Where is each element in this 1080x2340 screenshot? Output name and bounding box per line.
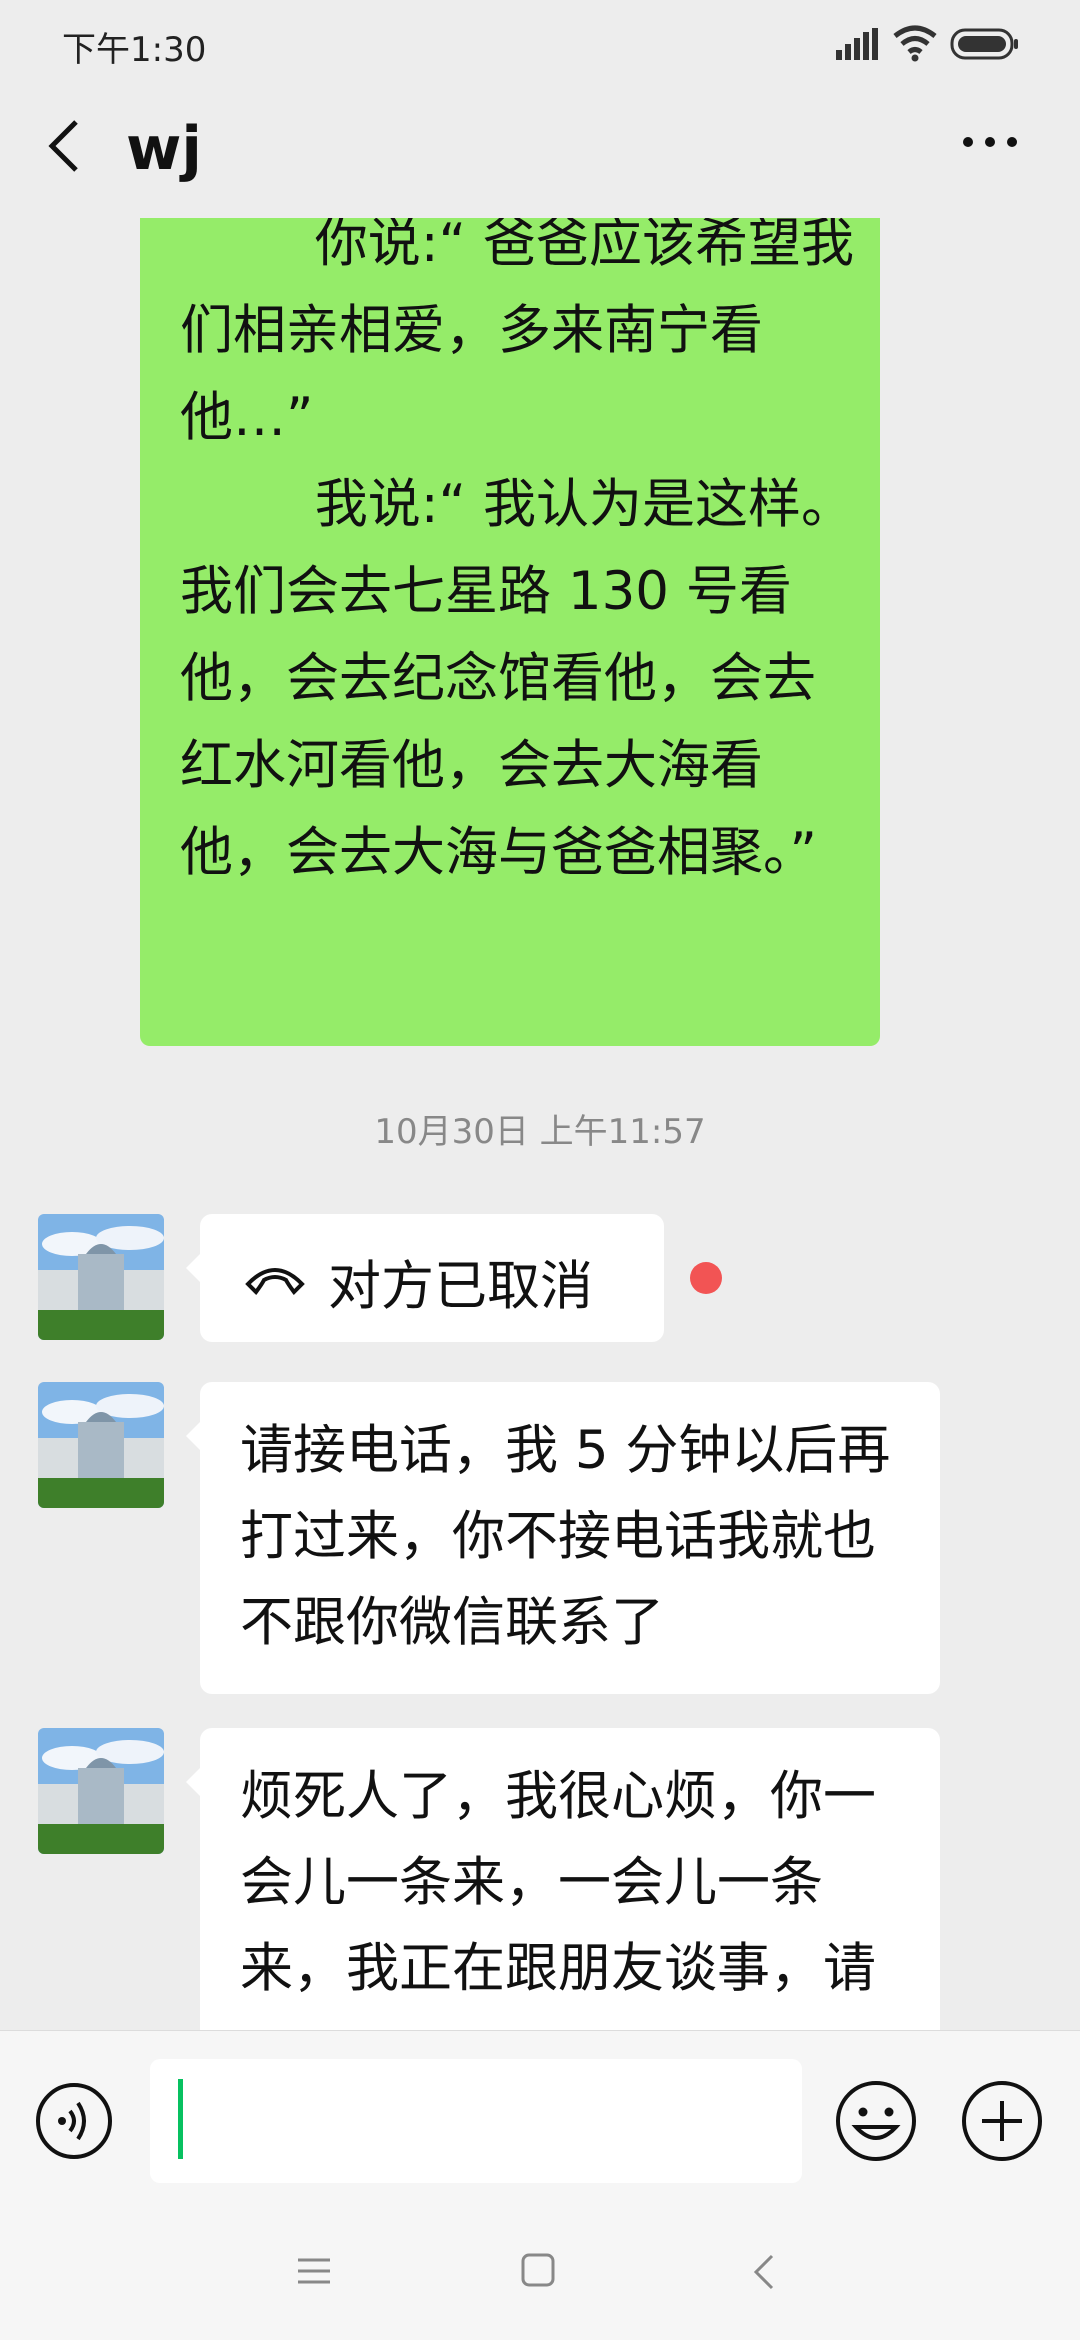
call-status-text: 对方已取消 xyxy=(328,1256,593,1317)
incoming-message-bubble[interactable]: 请接电话，我 5 分钟以后再打过来，你不接电话我就也不跟你微信联系了 xyxy=(186,1382,940,1694)
plus-icon[interactable] xyxy=(960,2079,1044,2163)
chat-header: wj xyxy=(0,92,1080,218)
battery-icon xyxy=(950,28,1018,60)
incoming-message-bubble[interactable]: 烦死人了，我很心烦，你一会儿一条来，一会儿一条来，我正在跟朋友谈事，请 xyxy=(186,1728,940,2030)
unread-dot xyxy=(690,1262,722,1294)
home-icon[interactable] xyxy=(520,2252,556,2288)
input-bar xyxy=(0,2030,1080,2209)
emoji-icon[interactable] xyxy=(834,2079,918,2163)
wifi-icon xyxy=(893,25,937,62)
message-timestamp: 10月30日 上午11:57 xyxy=(374,1112,706,1152)
incoming-message-text: 烦死人了，我很心烦，你一会儿一条来，一会儿一条来，我正在跟朋友谈事，请 xyxy=(240,1766,876,1999)
incoming-message-text: 请接电话，我 5 分钟以后再打过来，你不接电话我就也不跟你微信联系了 xyxy=(240,1420,891,1653)
status-bar: 下午1:30 xyxy=(0,0,1080,90)
phone-hangup-icon xyxy=(245,1268,305,1296)
menu-icon[interactable] xyxy=(296,2254,332,2288)
outgoing-message-bubble[interactable]: 你说:“ 爸爸应该希望我们相亲相爱，多来南宁看他…” 我说:“ 我认为是这样。我… xyxy=(140,218,880,1046)
voice-icon[interactable] xyxy=(34,2081,114,2161)
contact-avatar[interactable] xyxy=(38,1728,164,1854)
avatar-image xyxy=(38,1728,164,1854)
missed-call-bubble[interactable]: 对方已取消 xyxy=(186,1214,664,1342)
message-input[interactable] xyxy=(150,2059,802,2183)
contact-avatar[interactable] xyxy=(38,1382,164,1508)
contact-avatar[interactable] xyxy=(38,1214,164,1340)
avatar-image xyxy=(38,1214,164,1340)
back-icon[interactable] xyxy=(752,2252,776,2292)
chat-message-list[interactable]: 你说:“ 爸爸应该希望我们相亲相爱，多来南宁看他…” 我说:“ 我认为是这样。我… xyxy=(0,218,1080,2030)
signal-icon xyxy=(836,28,878,60)
back-arrow-icon[interactable] xyxy=(44,116,84,176)
more-dots-icon[interactable] xyxy=(960,122,1020,162)
status-time: 下午1:30 xyxy=(62,30,207,70)
outgoing-message-text: 你说:“ 爸爸应该希望我们相亲相爱，多来南宁看他…” 我说:“ 我认为是这样。我… xyxy=(180,218,854,883)
chat-title: wj xyxy=(126,114,202,184)
system-nav-bar xyxy=(0,2208,1080,2340)
text-caret xyxy=(178,2079,183,2159)
avatar-image xyxy=(38,1382,164,1508)
